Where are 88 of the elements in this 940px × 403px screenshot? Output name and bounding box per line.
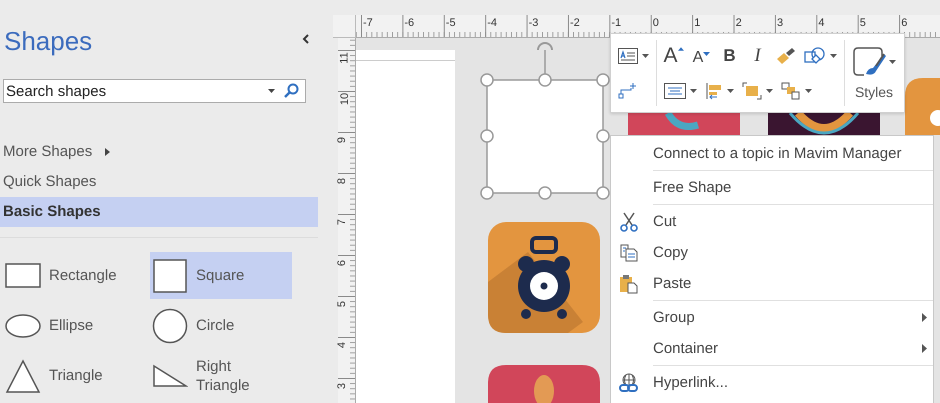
change-shape-icon bbox=[804, 46, 826, 64]
ruler-number: 5 bbox=[860, 17, 866, 29]
ruler-number: 11 bbox=[338, 52, 351, 64]
category-item[interactable]: More Shapes bbox=[0, 137, 318, 167]
caret-icon bbox=[830, 54, 836, 58]
bring-forward-icon bbox=[742, 82, 762, 100]
ruler-number: -1 bbox=[611, 17, 622, 29]
caret-icon bbox=[690, 88, 696, 92]
styles-icon bbox=[852, 46, 888, 78]
styles-button[interactable]: Styles bbox=[848, 38, 900, 108]
italic-button[interactable]: I bbox=[744, 40, 770, 70]
menu-item[interactable]: Connect to a topic in Mavim Manager bbox=[611, 138, 933, 169]
stencil-shape[interactable]: Circle bbox=[150, 302, 292, 349]
caret-icon bbox=[889, 60, 896, 64]
ruler-number: 3 bbox=[336, 382, 348, 390]
ruler-number: -7 bbox=[363, 17, 373, 29]
paintbrush-icon bbox=[776, 46, 796, 64]
resize-handle[interactable] bbox=[596, 129, 610, 143]
ruler-number: 5 bbox=[336, 300, 348, 308]
category-item[interactable]: Basic Shapes bbox=[0, 197, 318, 227]
clipboard-icon bbox=[619, 274, 639, 294]
resize-handle[interactable] bbox=[596, 73, 610, 87]
submenu-arrow-icon bbox=[922, 344, 927, 353]
ruler-number: 8 bbox=[336, 178, 348, 184]
triangle-up-icon bbox=[678, 46, 684, 50]
menu-item[interactable]: Container bbox=[611, 333, 933, 364]
stencil-shape[interactable]: Ellipse bbox=[3, 302, 150, 349]
connector-icon bbox=[618, 82, 638, 100]
stencil-shape[interactable]: Triangle bbox=[3, 352, 150, 399]
text-block-icon bbox=[618, 48, 638, 64]
ruler-number: 6 bbox=[901, 17, 908, 29]
submenu-arrow-icon bbox=[105, 148, 110, 156]
ruler-number: 4 bbox=[818, 17, 825, 29]
menu-item[interactable]: Copy bbox=[611, 237, 933, 268]
stencil-shape[interactable]: Rectangle bbox=[3, 252, 150, 299]
align-shapes-icon bbox=[704, 82, 722, 100]
caret-icon bbox=[804, 88, 812, 92]
menu-item[interactable]: Group bbox=[611, 302, 933, 333]
ruler-number: 3 bbox=[777, 17, 784, 29]
ruler-number: -6 bbox=[404, 17, 414, 29]
caret-icon bbox=[642, 54, 649, 58]
menu-item[interactable]: Cut bbox=[611, 206, 933, 237]
menu-item[interactable]: Hyperlink... bbox=[611, 367, 933, 398]
square-shape-icon bbox=[152, 258, 188, 294]
caret-icon bbox=[726, 88, 734, 92]
ruler-number: 7 bbox=[336, 218, 348, 226]
triangle-shape-icon bbox=[5, 358, 41, 394]
menu-item[interactable]: Free Shape bbox=[611, 172, 933, 203]
resize-handle[interactable] bbox=[480, 73, 494, 87]
resize-handle[interactable] bbox=[480, 186, 494, 200]
triangle-down-icon bbox=[703, 52, 710, 56]
ruler-number: -4 bbox=[487, 17, 497, 29]
resize-handle[interactable] bbox=[538, 186, 552, 200]
category-item[interactable]: Quick Shapes bbox=[0, 167, 318, 197]
align-text-icon bbox=[664, 82, 686, 98]
submenu-arrow-icon bbox=[922, 313, 927, 322]
ruler-number: 2 bbox=[736, 17, 742, 29]
ruler-number: -2 bbox=[570, 17, 580, 29]
send-backward-icon bbox=[780, 82, 800, 100]
search-input[interactable]: Search shapes bbox=[6, 82, 260, 100]
bold-button[interactable]: B bbox=[716, 40, 742, 70]
ruler-number: 1 bbox=[694, 17, 700, 29]
panel-title: Shapes bbox=[4, 25, 92, 58]
caret-icon bbox=[766, 88, 772, 92]
globe-link-icon bbox=[619, 372, 639, 392]
dropdown-caret-icon[interactable] bbox=[268, 89, 275, 93]
ruler-number: -5 bbox=[446, 17, 456, 29]
resize-handle[interactable] bbox=[538, 73, 552, 87]
stencil-shape[interactable]: Square bbox=[150, 252, 292, 299]
resize-handle[interactable] bbox=[596, 186, 610, 200]
circle-shape-icon bbox=[152, 308, 188, 344]
grow-font-button[interactable]: A bbox=[660, 40, 686, 70]
ruler-number: 4 bbox=[336, 342, 348, 348]
ruler-number: -3 bbox=[528, 17, 538, 29]
search-box[interactable]: Search shapes bbox=[3, 79, 306, 103]
resize-handle[interactable] bbox=[480, 129, 494, 143]
ruler-number: 9 bbox=[336, 136, 348, 144]
copy-icon bbox=[619, 242, 639, 262]
search-icon[interactable] bbox=[283, 83, 299, 99]
shrink-font-button[interactable]: A bbox=[688, 40, 714, 70]
collapse-icon[interactable] bbox=[302, 34, 310, 44]
rotate-handle-icon[interactable] bbox=[537, 42, 553, 74]
ruler-number: 10 bbox=[339, 92, 352, 106]
stencil-shape[interactable]: Right Triangle bbox=[150, 352, 292, 399]
menu-item[interactable]: Paste bbox=[611, 268, 933, 299]
ruler-number: 6 bbox=[336, 260, 348, 266]
scissors-icon bbox=[619, 212, 639, 232]
ruler-number: 0 bbox=[652, 17, 659, 29]
